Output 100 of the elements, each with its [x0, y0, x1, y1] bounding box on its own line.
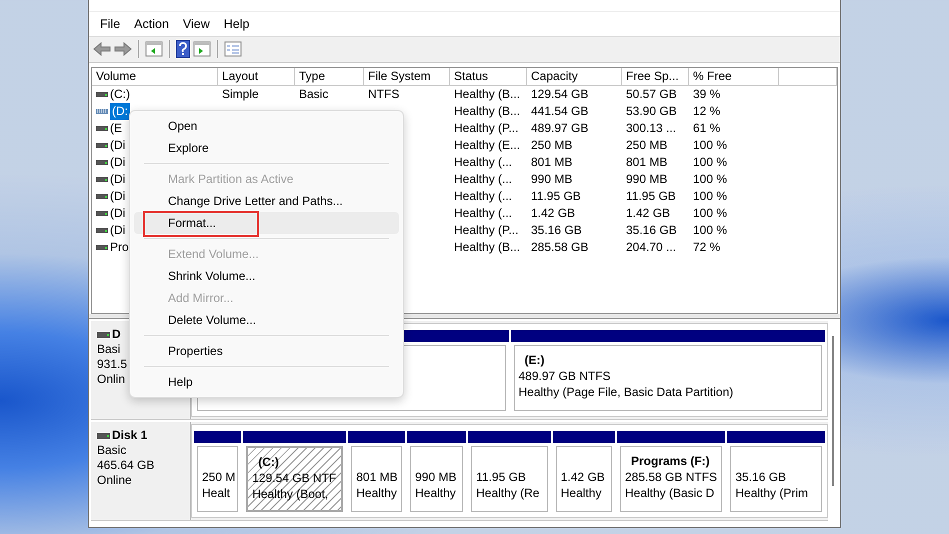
table-cell[interactable]: Pro: [110, 239, 129, 256]
panel-icon[interactable]: [145, 41, 163, 58]
table-cell: Healthy (B...: [454, 240, 520, 254]
table-cell[interactable]: (Di: [110, 222, 126, 240]
table-cell[interactable]: (Di: [110, 154, 126, 172]
menu-item[interactable]: File: [93, 14, 128, 34]
drive-icon: [96, 245, 108, 250]
menu-item[interactable]: Delete Volume...: [134, 309, 399, 331]
partition-size: 35.16 GB: [735, 469, 788, 486]
table-cell[interactable]: (Di: [110, 205, 126, 222]
table-cell: 100 %: [693, 172, 728, 186]
partition-size: 129.54 GB NTF: [252, 470, 338, 486]
table-cell: 300.13 ...: [626, 121, 676, 136]
table-cell[interactable]: (Di: [110, 137, 126, 154]
partition-block[interactable]: 1.42 GB Healthy: [556, 446, 612, 512]
drive-icon: [96, 126, 108, 132]
partition-header-bar: [552, 431, 615, 444]
table-cell: Healthy (P...: [454, 223, 518, 238]
help-icon[interactable]: [176, 40, 190, 58]
partition-block[interactable]: 990 MB Healthy: [410, 446, 464, 512]
table-cell[interactable]: (Di: [110, 188, 126, 206]
partition-block[interactable]: (C:) 129.54 GB NTF Healthy (Boot,: [246, 446, 344, 512]
menu-item[interactable]: Action: [127, 14, 176, 34]
drive-icon: [96, 143, 108, 148]
table-cell: Healthy (...: [454, 206, 512, 220]
partition-label: (C:): [257, 454, 280, 470]
disk-size: 465.64 GB: [97, 458, 154, 474]
partition-status: Healthy: [560, 485, 602, 502]
table-cell: 61 %: [693, 121, 720, 136]
table-cell: 100 %: [693, 189, 728, 204]
menu-item[interactable]: Properties: [134, 340, 399, 362]
table-cell: 1.42 GB: [531, 206, 576, 220]
table-cell: 53.90 GB: [626, 104, 677, 118]
partition-header-bar: [348, 431, 406, 444]
table-cell: 990 MB: [626, 172, 668, 186]
table-cell: 250 MB: [531, 138, 572, 152]
table-cell: Healthy (E...: [454, 138, 520, 152]
partition-status: Healthy (Boot,: [252, 486, 330, 502]
table-cell: 250 MB: [626, 138, 668, 152]
table-cell[interactable]: (E: [110, 120, 122, 138]
partition-block[interactable]: 250 M Healt: [197, 446, 238, 512]
table-cell: 35.16 GB: [531, 223, 582, 238]
partition-block[interactable]: 35.16 GB Healthy (Prim: [730, 446, 822, 512]
table-cell[interactable]: (D:: [110, 103, 130, 120]
disk-name: Disk 1: [112, 428, 148, 444]
table-cell: 801 MB: [626, 155, 668, 170]
menu-item[interactable]: Explore: [134, 137, 399, 159]
table-cell: 72 %: [693, 240, 720, 254]
drive-icon: [96, 92, 108, 98]
table-cell: Simple: [222, 87, 259, 102]
table-cell: 39 %: [693, 87, 720, 102]
partition-block[interactable]: (E:) 489.97 GB NTFS Healthy (Page File, Basic Data Partition): [514, 345, 822, 412]
partition-block[interactable]: 801 MB Healthy: [351, 446, 402, 512]
table-cell: Healthy (...: [454, 189, 512, 204]
table-cell: 1.42 GB: [626, 206, 670, 220]
table-cell: Healthy (B...: [454, 104, 520, 118]
table-cell: 35.16 GB: [626, 223, 677, 238]
partition-size: 489.97 GB NTFS: [518, 368, 612, 384]
partition-block[interactable]: Programs (F:) 285.58 GB NTFS Healthy (Basic D: [620, 446, 722, 512]
menu-item[interactable]: Open: [134, 115, 399, 137]
menu-item[interactable]: Help: [216, 14, 256, 34]
partition-status: Healthy (Re: [476, 485, 540, 502]
table-cell: 990 MB: [531, 172, 572, 186]
table-cell: 12 %: [693, 104, 720, 118]
back-arrow-icon: [93, 42, 111, 56]
disk-status: Online: [97, 473, 132, 488]
drive-icon: [96, 160, 108, 166]
menu-item[interactable]: Shrink Volume...: [134, 265, 399, 287]
partition-size: 11.95 GB: [476, 469, 527, 486]
menu-item[interactable]: Change Drive Letter and Paths...: [134, 190, 399, 212]
partition-size: 285.58 GB NTFS: [624, 469, 718, 486]
partition-size: 990 MB: [415, 469, 458, 486]
disk-type: Basi: [97, 342, 120, 358]
disk-name: D: [112, 327, 121, 342]
table-cell: 129.54 GB: [531, 87, 588, 102]
drive-icon: [96, 109, 108, 114]
drive-icon: [96, 177, 108, 182]
menu-item[interactable]: View: [176, 14, 217, 34]
table-cell: Healthy (...: [454, 155, 512, 170]
table-cell: 100 %: [693, 206, 728, 220]
table-cell: 285.58 GB: [531, 240, 588, 254]
forward-arrow-icon: [114, 42, 132, 56]
table-cell: 50.57 GB: [626, 87, 677, 102]
partition-status: Healthy: [356, 485, 398, 502]
partition-label: Programs (F:): [630, 453, 711, 470]
table-cell: 11.95 GB: [626, 189, 676, 204]
table-cell: Healthy (P...: [454, 121, 518, 136]
partition-block[interactable]: 11.95 GB Healthy (Re: [471, 446, 548, 512]
table-cell: 11.95 GB: [531, 189, 581, 204]
checklist-icon[interactable]: [224, 41, 242, 58]
menu-item[interactable]: Format...: [134, 212, 399, 234]
table-cell[interactable]: (Di: [110, 171, 126, 188]
table-cell: Basic: [299, 87, 328, 102]
table-cell: 489.97 GB: [531, 121, 588, 136]
disk-size: 931.5: [97, 357, 128, 372]
menu-item[interactable]: Help: [134, 371, 399, 393]
table-cell[interactable]: (C:): [110, 86, 130, 104]
scroll-bar[interactable]: [832, 336, 834, 486]
table-cell: 100 %: [693, 223, 728, 238]
table-cell: Healthy (...: [454, 172, 512, 186]
